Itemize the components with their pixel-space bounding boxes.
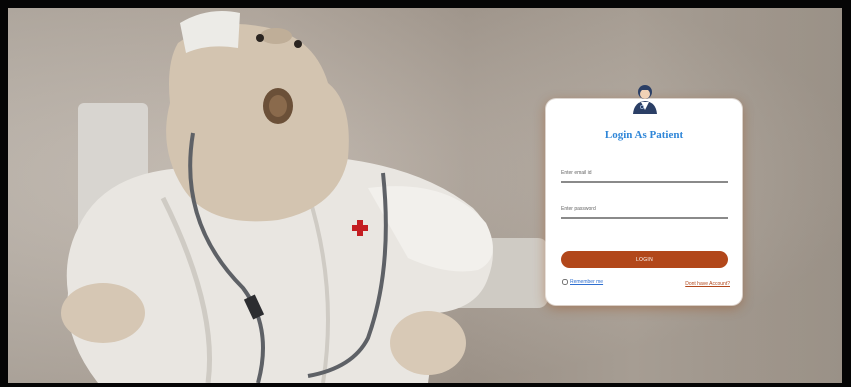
login-button[interactable]: LOGIN (561, 251, 728, 268)
remember-me-checkbox[interactable] (562, 279, 568, 285)
remember-me-label[interactable]: Remember me (570, 279, 603, 285)
window-frame: Login As Patient LOGIN Remember me Dont … (0, 0, 851, 387)
password-field[interactable] (561, 202, 728, 219)
doctor-avatar-icon (633, 85, 657, 114)
remember-me[interactable]: Remember me (562, 279, 603, 285)
login-card: Login As Patient LOGIN Remember me Dont … (546, 85, 742, 305)
page-title: Login As Patient (604, 129, 684, 141)
signup-link[interactable]: Dont have Account? (685, 281, 730, 287)
email-field[interactable] (561, 166, 728, 183)
